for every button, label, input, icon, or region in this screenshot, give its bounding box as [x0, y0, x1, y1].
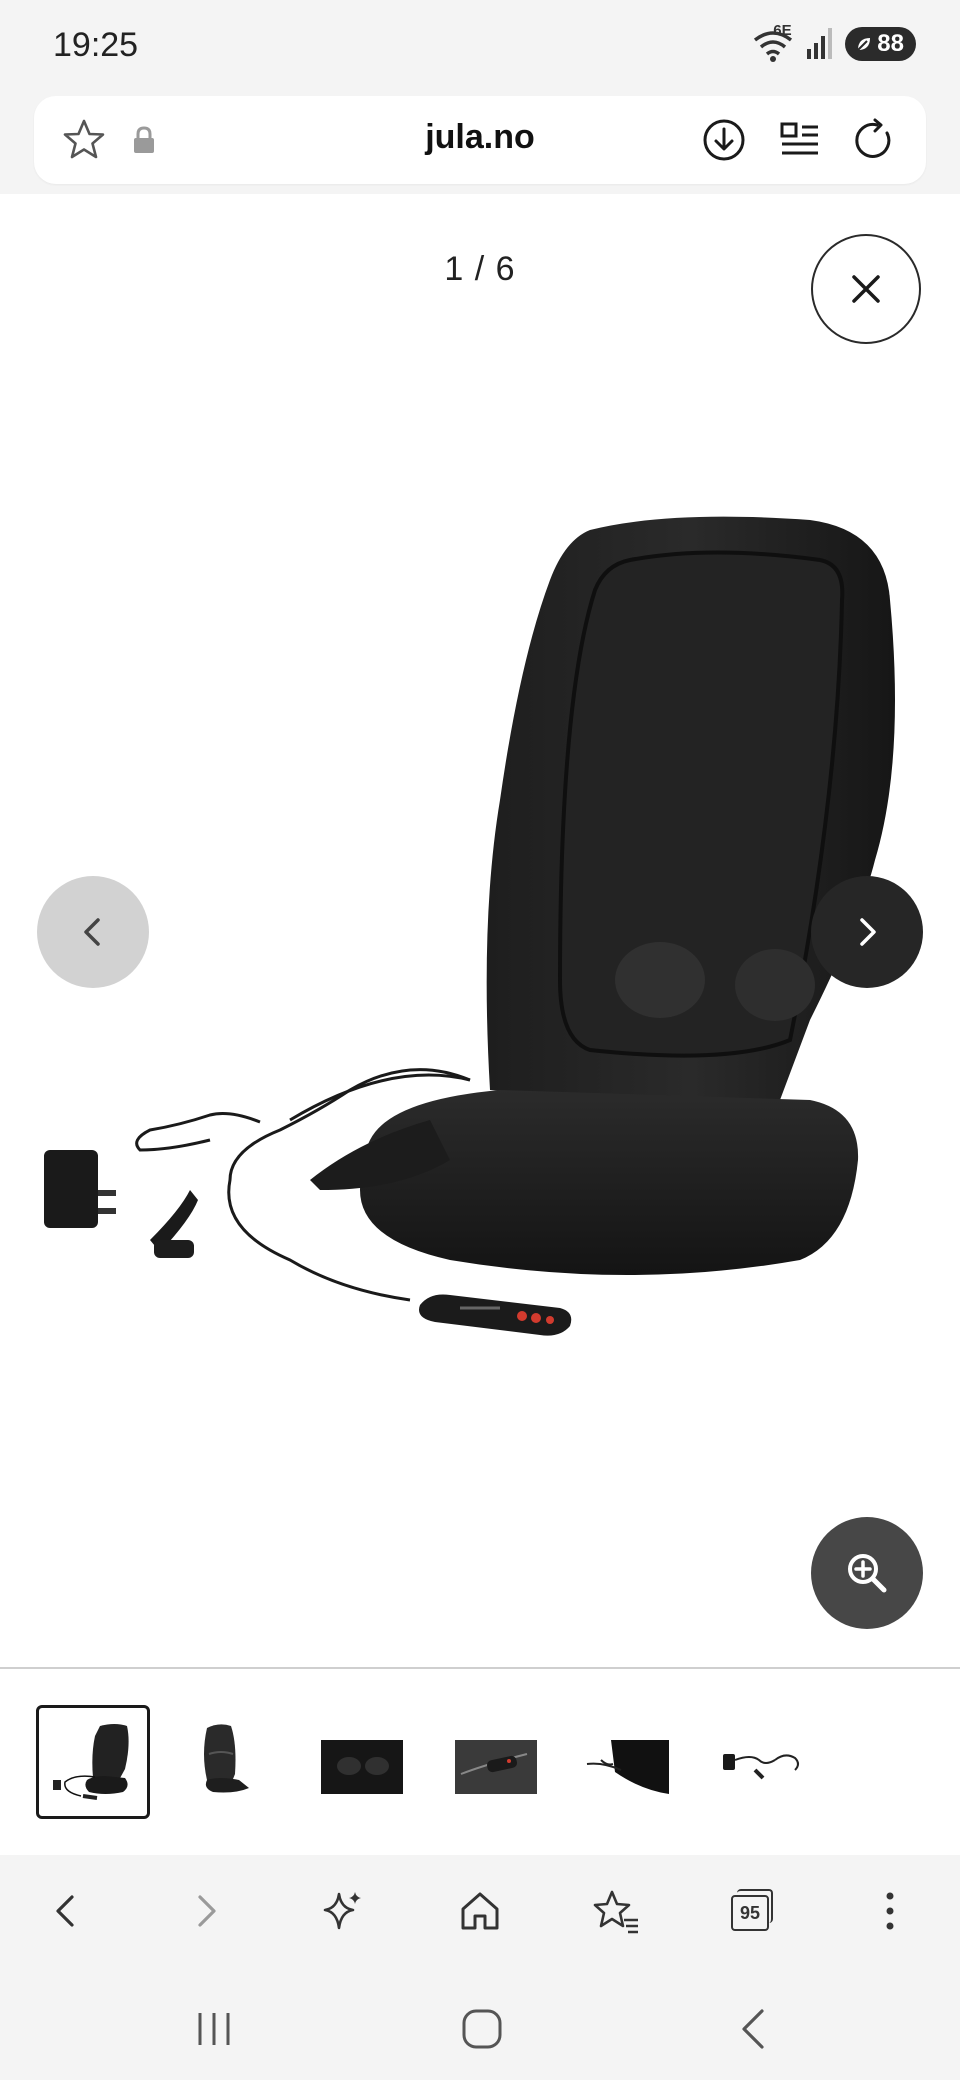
browser-address-bar: jula.no [0, 90, 960, 194]
thumbnail-2[interactable] [170, 1705, 284, 1819]
reload-icon[interactable] [846, 112, 902, 168]
signal-icon [805, 25, 835, 64]
network-type-label: 6E [773, 22, 792, 39]
url-field[interactable]: jula.no [34, 96, 926, 184]
thumbnail-image [53, 1724, 129, 1800]
forward-icon[interactable] [174, 1879, 238, 1943]
seat-cushion [360, 1090, 859, 1275]
thumbnail-1[interactable] [36, 1705, 150, 1819]
thumbnail-3[interactable] [304, 1705, 418, 1819]
recent-apps-icon[interactable] [182, 1997, 246, 2061]
status-icons: 6E 88 [751, 22, 916, 64]
battery-level: 88 [877, 30, 904, 57]
tabs-icon[interactable]: 95 [720, 1879, 784, 1943]
reader-mode-icon[interactable] [772, 112, 828, 168]
system-navigation-bar [0, 1969, 960, 2080]
bookmarks-icon[interactable] [584, 1879, 648, 1943]
battery-icon: 88 [845, 27, 916, 61]
sparkle-icon[interactable] [310, 1879, 374, 1943]
star-icon[interactable] [56, 112, 112, 168]
thumbnail-4[interactable] [438, 1705, 552, 1819]
product-image [44, 516, 895, 1336]
status-bar: 19:25 6E 88 [0, 0, 960, 90]
thumbnail-image [455, 1740, 537, 1794]
thumbnail-image [586, 1740, 669, 1794]
home-icon[interactable] [448, 1879, 512, 1943]
lock-icon [116, 112, 172, 168]
close-button[interactable] [811, 234, 921, 344]
zoom-button[interactable] [811, 1517, 923, 1629]
next-image-button[interactable] [811, 876, 923, 988]
browser-toolbar: 95 [0, 1855, 960, 1969]
more-icon[interactable] [858, 1879, 922, 1943]
status-time: 19:25 [53, 26, 139, 64]
thumbnail-image [204, 1724, 249, 1793]
download-icon[interactable] [696, 112, 752, 168]
close-icon [852, 275, 880, 303]
previous-image-button[interactable] [37, 876, 149, 988]
tabs-count: 95 [731, 1895, 769, 1931]
thumbnail-image [723, 1754, 799, 1780]
zoom-in-icon [848, 1554, 887, 1593]
wifi-icon: 6E [751, 22, 795, 64]
chevron-left-icon [84, 918, 100, 946]
power-adapter [44, 1150, 98, 1228]
thumbnail-strip [0, 1669, 960, 1855]
home-button-icon[interactable] [450, 1997, 514, 2061]
thumbnail-6[interactable] [706, 1705, 820, 1819]
back-icon[interactable] [34, 1879, 98, 1943]
thumbnail-image [321, 1740, 403, 1794]
thumbnail-5[interactable] [572, 1705, 686, 1819]
back-button-icon[interactable] [722, 1997, 786, 2061]
remote-control [419, 1294, 572, 1336]
chevron-right-icon [860, 918, 876, 946]
